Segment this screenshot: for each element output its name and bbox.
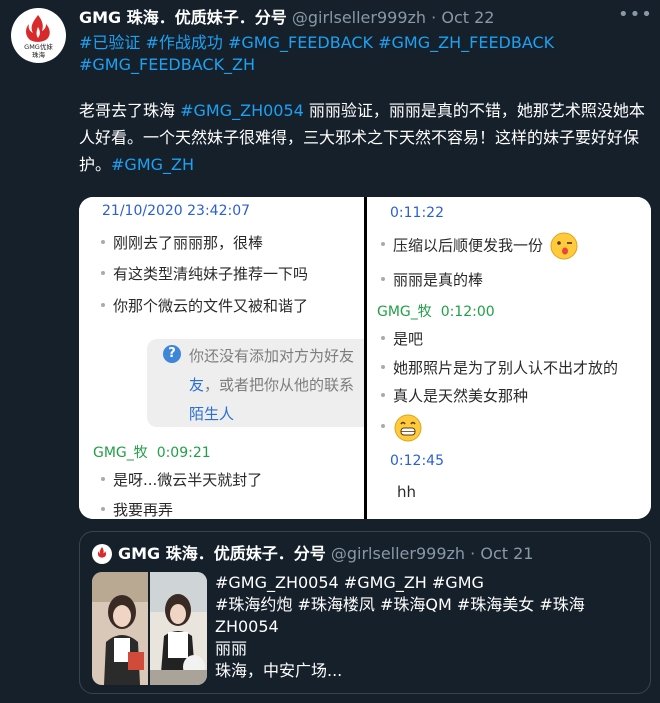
gmg-logo-icon	[97, 547, 107, 558]
tweet-media-image[interactable]: 21/10/2020 23:42:07 刚刚去了丽丽那，很棒 有这类型清纯妹子推…	[79, 197, 651, 519]
chat-message: 你那个微云的文件又被和谐了	[101, 295, 308, 316]
photo-thumbnail	[92, 572, 148, 685]
tweet-header: GMG 珠海．优质妹子．分号 @girlseller999zh · Oct 22	[79, 8, 639, 30]
notice-line: 你还没有添加对方为好友	[189, 347, 355, 365]
chat-message: 有这类型清纯妹子推荐一下吗	[101, 263, 308, 284]
quoted-line: #GMG_ZH0054 #GMG_ZH #GMG	[215, 573, 484, 592]
chat-message: 是呀...微云半天就封了	[101, 469, 262, 490]
chat-message: 真人是天然美女那种	[381, 385, 528, 406]
chat-message: 刚刚去了丽丽那，很棒	[101, 232, 263, 253]
more-options-icon[interactable]: •••	[618, 6, 652, 28]
chat-message: 压缩以后顺便发我一份	[381, 231, 579, 261]
separator-dot: ·	[470, 544, 476, 563]
body-text-part-1: 老哥去了珠海	[79, 101, 181, 120]
quoted-line: ZH0054	[215, 617, 279, 636]
chat-timestamp: 21/10/2020 23:42:07	[102, 203, 251, 219]
separator-dot: ·	[431, 8, 437, 27]
hashtags[interactable]: #已验证 #作战成功 #GMG_FEEDBACK #GMG_ZH_FEEDBAC…	[79, 32, 639, 76]
tweet[interactable]: GMG优妹 珠海 GMG 珠海．优质妹子．分号 @girlseller999zh…	[0, 0, 660, 703]
body-hashtag[interactable]: #GMG_ZH0054	[180, 101, 304, 120]
gmg-logo-icon: GMG优妹 珠海	[24, 15, 53, 59]
quoted-handle: @girlseller999zh	[330, 544, 466, 563]
avatar-subtext: 珠海	[32, 50, 46, 59]
chat-timestamp: 0:11:22	[390, 205, 444, 221]
quoted-avatar	[92, 544, 112, 564]
chat-timestamp: 0:12:45	[390, 453, 444, 469]
quoted-thumbnail	[92, 572, 148, 685]
notice-line: 陌生人	[189, 405, 235, 423]
tweet-body: 老哥去了珠海 #GMG_ZH0054 丽丽验证，丽丽是真的不错，她那艺术照没她本…	[79, 97, 649, 178]
user-handle[interactable]: @girlseller999zh	[292, 8, 426, 27]
quoted-line: 丽丽	[215, 639, 248, 658]
system-notice: ? 你还没有添加对方为好友 友，或者把你从他的联系 陌生人	[147, 339, 377, 427]
quoted-time: Oct 21	[480, 544, 534, 563]
notice-line: 友，或者把你从他的联系	[189, 376, 355, 394]
chat-message: 是吧	[381, 328, 423, 349]
display-name[interactable]: GMG 珠海．优质妹子．分号	[79, 8, 287, 27]
photo-thumbnail	[150, 572, 207, 685]
avatar[interactable]: GMG优妹 珠海	[11, 8, 66, 63]
grin-emoji-icon	[394, 414, 422, 442]
hashtags-line-1[interactable]: #已验证 #作战成功 #GMG_FEEDBACK #GMG_ZH_FEEDBAC…	[79, 32, 639, 54]
question-icon: ?	[163, 345, 181, 363]
tweet-time[interactable]: Oct 22	[441, 8, 494, 27]
avatar-text: GMG优妹	[24, 42, 53, 51]
chat-message: hh	[397, 483, 417, 501]
chat-message: 丽丽是真的棒	[381, 269, 483, 290]
body-hashtag-2[interactable]: #GMG_ZH	[111, 155, 194, 174]
hashtags-line-2[interactable]: #GMG_FEEDBACK_ZH	[79, 54, 639, 76]
chat-message: 她那照片是为了别人认不出才放的	[381, 357, 618, 378]
chat-screenshot-right: 0:11:22 压缩以后顺便发我一份 丽丽是真的棒 GMG_牧 0:12:00 …	[367, 197, 651, 519]
chat-sender: GMG_牧 0:12:00	[377, 304, 495, 320]
chat-message: 我要再弄	[101, 499, 173, 519]
quoted-thumbnail	[150, 572, 207, 685]
quoted-line: 珠海，中安广场...	[215, 661, 343, 680]
chat-sender: GMG_牧 0:09:21	[93, 445, 211, 461]
quoted-text: #GMG_ZH0054 #GMG_ZH #GMG #珠海约炮 #珠海楼凤 #珠海…	[215, 572, 635, 682]
quoted-display-name: GMG 珠海．优质妹子．分号	[118, 544, 326, 563]
quoted-header: GMG 珠海．优质妹子．分号 @girlseller999zh · Oct 21	[118, 544, 533, 564]
chat-screenshot-left: 21/10/2020 23:42:07 刚刚去了丽丽那，很棒 有这类型清纯妹子推…	[79, 197, 377, 519]
wink-emoji-icon	[550, 232, 578, 260]
quoted-line: #珠海约炮 #珠海楼凤 #珠海QM #珠海美女 #珠海	[215, 595, 585, 614]
chat-message	[381, 413, 423, 443]
quoted-tweet[interactable]: GMG 珠海．优质妹子．分号 @girlseller999zh · Oct 21	[79, 531, 651, 694]
